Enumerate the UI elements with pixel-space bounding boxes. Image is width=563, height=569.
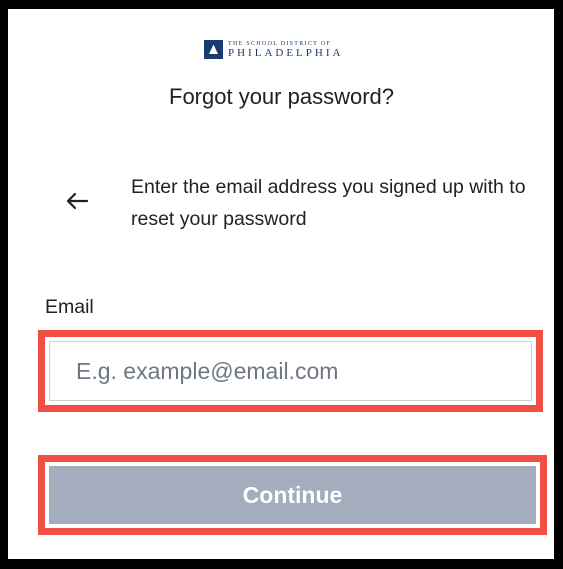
logo-small-text: The School District of [228,40,332,47]
email-field-highlight [38,330,543,412]
continue-button[interactable]: Continue [49,466,536,524]
logo-text: The School District of PHILADELPHIA [228,41,343,59]
district-logo: The School District of PHILADELPHIA [204,40,343,59]
arrow-left-icon [66,192,89,210]
back-button[interactable] [62,186,92,216]
page-title: Forgot your password? [169,84,394,109]
instructions-text: Enter the email address you signed up wi… [131,176,526,230]
email-input[interactable] [49,341,532,401]
continue-button-highlight: Continue [38,455,547,535]
logo-mark-icon [204,40,223,59]
email-label: Email [45,296,94,318]
logo-big-text: PHILADELPHIA [228,46,344,59]
